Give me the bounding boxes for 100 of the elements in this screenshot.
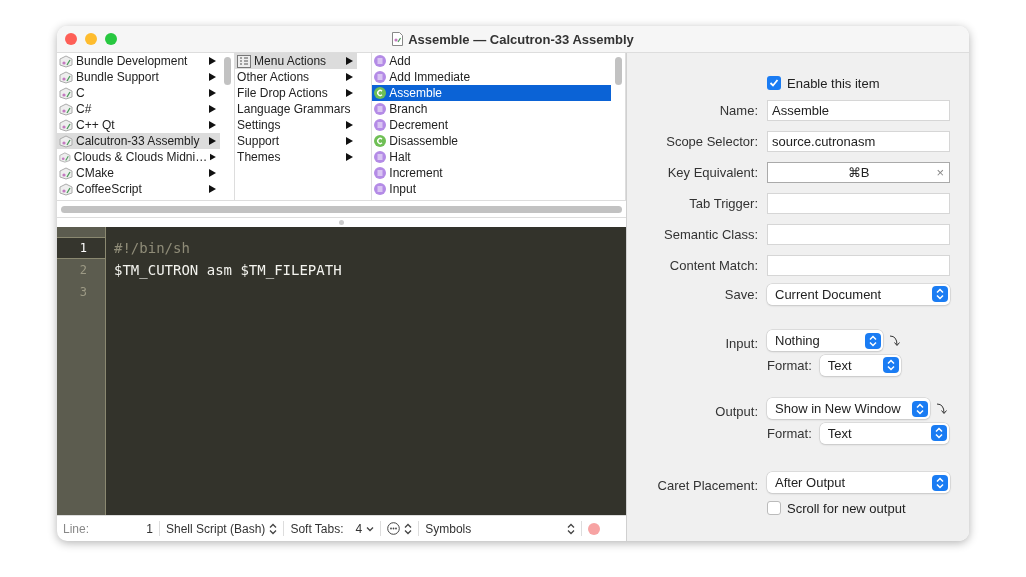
field-label: Format: xyxy=(767,357,812,373)
browser-item[interactable]: Input xyxy=(372,181,611,197)
bundle-icon xyxy=(59,182,73,196)
menu-icon xyxy=(237,54,252,68)
input-field[interactable] xyxy=(767,224,950,245)
browser-item[interactable]: Bundle Support xyxy=(57,69,221,85)
browser-item[interactable]: Assemble xyxy=(372,85,611,101)
chevron-down-icon xyxy=(366,525,375,532)
browser-item[interactable]: Add xyxy=(372,53,611,69)
scrollbar[interactable] xyxy=(615,57,622,85)
code-line: #!/bin/sh xyxy=(114,240,190,256)
browser-item[interactable]: Clouds & Clouds Midni… xyxy=(57,149,221,165)
field-label: Semantic Class: xyxy=(663,227,758,242)
field-label: Content Match: xyxy=(668,258,758,273)
input-field[interactable] xyxy=(767,193,950,214)
snippet-icon xyxy=(374,71,387,83)
browser-item[interactable]: C# xyxy=(57,101,221,117)
scrollbar[interactable] xyxy=(61,205,622,213)
browser-item[interactable]: File Drop Actions xyxy=(235,85,358,101)
popup-button[interactable]: After Output xyxy=(767,472,950,493)
browser-item[interactable]: Support xyxy=(235,133,358,149)
browser-item[interactable]: C++ Qt xyxy=(57,117,221,133)
window-title: Assemble — Calcutron-33 Assembly xyxy=(408,31,634,47)
field-label: Input: xyxy=(724,336,758,351)
bundle-icon xyxy=(59,70,73,84)
browser-item[interactable]: C xyxy=(57,85,221,101)
code-line: $TM_CUTRON asm $TM_FILEPATH xyxy=(114,262,342,278)
document-icon xyxy=(392,32,404,46)
stepper-icon xyxy=(912,400,928,417)
field-label: Name: xyxy=(718,103,758,118)
command-icon xyxy=(374,135,387,147)
minimize-button[interactable] xyxy=(85,33,97,45)
stepper-icon xyxy=(932,474,948,491)
snippet-icon xyxy=(374,55,387,67)
browser-item[interactable]: Bundle Development xyxy=(57,53,221,69)
input-field[interactable] xyxy=(767,255,950,276)
stepper-icon xyxy=(882,357,899,373)
line-label: Line: xyxy=(63,521,90,536)
browser-item[interactable]: Add Immediate xyxy=(372,69,611,85)
field-label: Scope Selector: xyxy=(665,134,758,149)
line-number: 1 xyxy=(57,237,105,259)
browser-item[interactable]: Decrement xyxy=(372,117,611,133)
field-label: Caret Placement: xyxy=(656,478,758,493)
line-value: 1 xyxy=(146,521,153,536)
browser-item[interactable]: Calcutron-33 Assembly xyxy=(57,133,221,149)
bundle-icon xyxy=(59,54,73,68)
browser-item[interactable]: Themes xyxy=(235,149,358,165)
stepper-icon xyxy=(567,522,576,535)
popup-button[interactable]: Text xyxy=(819,422,949,444)
scrollbar[interactable] xyxy=(224,57,232,85)
popup-button[interactable]: Text xyxy=(819,354,901,376)
line-number: 3 xyxy=(78,284,88,301)
field-label: Tab Trigger: xyxy=(688,196,758,211)
checkbox[interactable] xyxy=(767,501,781,515)
splitter-handle[interactable] xyxy=(339,220,344,225)
stepper-icon xyxy=(269,522,278,535)
line-number: 2 xyxy=(78,262,88,279)
browser-item[interactable]: Language Grammars xyxy=(235,101,358,117)
browser-item[interactable]: Other Actions xyxy=(235,69,358,85)
symbols-selector[interactable]: Symbols xyxy=(425,521,472,536)
browser-item[interactable]: Disassemble xyxy=(372,133,611,149)
snippet-icon xyxy=(374,183,387,195)
zoom-button[interactable] xyxy=(105,33,117,45)
browser-item[interactable]: Settings xyxy=(235,117,358,133)
tab-size-selector[interactable]: 4 xyxy=(355,521,363,536)
input-field[interactable]: source.cutronasm xyxy=(767,131,950,152)
checkbox[interactable] xyxy=(767,76,781,90)
stepper-icon xyxy=(930,425,947,441)
browser-item[interactable]: CMake xyxy=(57,165,221,181)
curved-arrow-icon xyxy=(889,333,901,348)
status-dot-icon xyxy=(588,522,601,535)
browser-item[interactable]: Halt xyxy=(372,149,611,165)
bundle-icon xyxy=(59,166,73,180)
bundle-icon xyxy=(59,118,73,132)
bundle-icon xyxy=(59,150,71,164)
close-button[interactable] xyxy=(65,33,77,45)
tabs-label: Soft Tabs: xyxy=(290,521,344,536)
browser-item[interactable]: Branch xyxy=(372,101,611,117)
language-selector[interactable]: Shell Script (Bash) xyxy=(166,521,266,536)
input-field[interactable]: Assemble xyxy=(767,100,950,121)
snippet-icon xyxy=(374,167,387,179)
key-field[interactable]: ⌘B × xyxy=(767,162,950,183)
popup-button[interactable]: Current Document xyxy=(767,283,950,305)
popup-button[interactable]: Nothing xyxy=(767,330,883,351)
clear-icon[interactable]: × xyxy=(936,165,944,180)
browser-item[interactable]: Increment xyxy=(372,165,611,181)
stepper-icon xyxy=(404,522,413,535)
browser-item[interactable]: Menu Actions xyxy=(235,53,358,69)
stepper-icon xyxy=(932,286,948,302)
field-label: Format: xyxy=(767,425,812,441)
bundle-icon xyxy=(59,134,73,148)
browser-item[interactable]: CoffeeScript xyxy=(57,181,221,197)
popup-button[interactable]: Show in New Window xyxy=(767,398,930,419)
field-label: Key Equivalent: xyxy=(666,165,758,180)
command-icon xyxy=(374,87,387,99)
more-icon[interactable] xyxy=(387,522,401,535)
bundle-icon xyxy=(59,86,73,100)
field-label: Output: xyxy=(714,404,758,419)
stepper-icon xyxy=(865,332,881,349)
snippet-icon xyxy=(374,119,387,131)
